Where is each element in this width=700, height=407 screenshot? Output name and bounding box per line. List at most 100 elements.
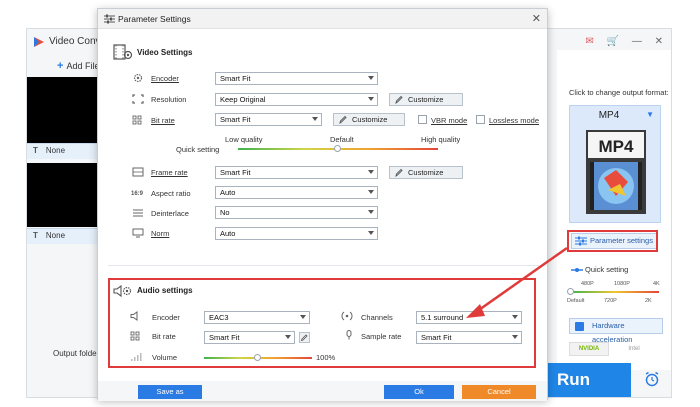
subtitle-value: None	[45, 146, 66, 155]
deinterlace-select[interactable]: No	[215, 206, 378, 219]
minimize-icon[interactable]: —	[632, 36, 642, 47]
aspect-ratio-select[interactable]: Auto	[215, 186, 378, 199]
sliders-icon	[104, 14, 115, 24]
lossless-mode-label[interactable]: Lossless mode	[489, 116, 539, 125]
resolution-label: Resolution	[151, 95, 187, 104]
output-format-panel: Click to change output format: MP4 ▼ MP4…	[557, 50, 671, 370]
chip-icon	[575, 322, 584, 331]
aspect-ratio-value: Auto	[220, 188, 236, 197]
deinterlace-value: No	[220, 208, 230, 217]
bitrate-icon	[132, 115, 142, 125]
chevron-down-icon	[312, 117, 318, 121]
pencil-icon	[339, 115, 347, 124]
subtitle-icon: T	[33, 146, 38, 155]
resolution-select[interactable]: Keep Original	[215, 93, 378, 106]
subtitle-bar[interactable]: T None	[27, 228, 97, 244]
frame-rate-select[interactable]: Smart Fit	[215, 166, 378, 179]
hardware-acceleration-label: Hardware acceleration	[592, 321, 633, 344]
parameter-settings-highlight	[567, 230, 658, 252]
quick-setting-label: Quick setting	[176, 145, 220, 154]
video-settings-title: Video Settings	[137, 48, 193, 57]
cancel-button[interactable]: Cancel	[462, 385, 536, 399]
hardware-acceleration-button[interactable]: Hardware acceleration	[569, 318, 663, 344]
run-button[interactable]: Run	[545, 363, 631, 397]
low-quality-label: Low quality	[225, 135, 263, 144]
quick-setting-knob[interactable]	[567, 288, 574, 295]
vbr-mode-checkbox[interactable]	[418, 115, 427, 124]
plus-icon: +	[57, 60, 64, 72]
dialog-titlebar: Parameter Settings ✕	[98, 9, 547, 29]
mp4-format-icon: MP4	[586, 130, 646, 214]
close-icon[interactable]: ✕	[532, 12, 541, 25]
frame-rate-customize-button[interactable]: Customize	[389, 166, 463, 179]
output-format-selector[interactable]: MP4 ▼ MP4	[569, 105, 661, 223]
save-as-button[interactable]: Save as	[138, 385, 202, 399]
add-file-button[interactable]: + Add File	[57, 60, 99, 72]
alarm-clock-icon[interactable]	[644, 371, 660, 387]
chevron-down-icon: ▼	[646, 110, 654, 119]
bitrate-customize-button[interactable]: Customize	[333, 113, 405, 126]
output-folder-label: Output folder:	[53, 349, 102, 358]
output-format-hint: Click to change output format:	[569, 88, 669, 97]
video-encoder-value: Smart Fit	[220, 74, 251, 83]
high-quality-label: High quality	[421, 135, 461, 144]
default-quality-label: Default	[330, 135, 354, 144]
tick-label: 720P	[604, 298, 617, 304]
tick-label: 1080P	[614, 281, 630, 287]
tick-label: 4K	[653, 281, 660, 287]
nvidia-badge[interactable]: NVIDIA	[569, 342, 609, 356]
customize-label: Customize	[352, 115, 388, 124]
ok-button[interactable]: Ok	[384, 385, 454, 399]
aspect-ratio-icon: 16:9	[131, 191, 144, 197]
window-controls: ✉ 🛒 — ✕	[575, 36, 663, 47]
subtitle-bar[interactable]: T None	[27, 143, 97, 159]
film-icon	[132, 167, 144, 177]
app-title: Video Conv	[49, 36, 101, 47]
frame-rate-label[interactable]: Frame rate	[151, 168, 188, 177]
quick-setting-label: Quick setting	[585, 265, 629, 274]
video-encoder-select[interactable]: Smart Fit	[215, 72, 378, 85]
subtitle-icon: T	[33, 231, 38, 240]
tick-label: 480P	[581, 281, 594, 287]
audio-settings-highlight	[108, 278, 536, 368]
chevron-down-icon	[368, 190, 374, 194]
customize-label: Customize	[408, 95, 444, 104]
chevron-down-icon	[368, 76, 374, 80]
quality-slider-knob[interactable]	[334, 145, 341, 152]
video-thumbnail[interactable]	[27, 163, 97, 227]
video-bitrate-label[interactable]: Bit rate	[151, 116, 175, 125]
app-logo-icon	[34, 37, 44, 47]
section-divider	[108, 265, 539, 266]
chevron-down-icon	[368, 97, 374, 101]
resolution-icon	[132, 94, 144, 104]
customize-label: Customize	[408, 168, 444, 177]
chevron-down-icon	[368, 210, 374, 214]
feedback-icon[interactable]: ✉	[585, 36, 593, 47]
close-icon[interactable]: ✕	[655, 36, 663, 47]
norm-select[interactable]: Auto	[215, 227, 378, 240]
resolution-value: Keep Original	[220, 95, 266, 104]
intel-badge[interactable]: Intel	[619, 342, 649, 356]
vbr-mode-label[interactable]: VBR mode	[431, 116, 467, 125]
chevron-down-icon	[368, 170, 374, 174]
norm-label[interactable]: Norm	[151, 229, 169, 238]
video-bitrate-value: Smart Fit	[220, 115, 251, 124]
pencil-icon	[395, 168, 403, 177]
aspect-ratio-label: Aspect ratio	[151, 189, 191, 198]
resolution-customize-button[interactable]: Customize	[389, 93, 463, 106]
cart-icon[interactable]: 🛒	[607, 36, 619, 47]
pencil-icon	[395, 95, 403, 104]
gear-icon	[133, 73, 143, 83]
chevron-down-icon	[368, 231, 374, 235]
encoder-label[interactable]: Encoder	[151, 74, 179, 83]
tick-label: Default	[567, 298, 585, 304]
frame-rate-value: Smart Fit	[220, 168, 251, 177]
dialog-footer: Save as Ok Cancel	[98, 381, 547, 401]
lossless-mode-checkbox[interactable]	[476, 115, 485, 124]
quick-setting-icon	[571, 268, 583, 272]
quick-setting-slider[interactable]	[571, 291, 659, 293]
video-bitrate-select[interactable]: Smart Fit	[215, 113, 322, 126]
tick-label: 2K	[645, 298, 652, 304]
deinterlace-label: Deinterlace	[151, 209, 189, 218]
dialog-title: Parameter Settings	[118, 14, 191, 24]
